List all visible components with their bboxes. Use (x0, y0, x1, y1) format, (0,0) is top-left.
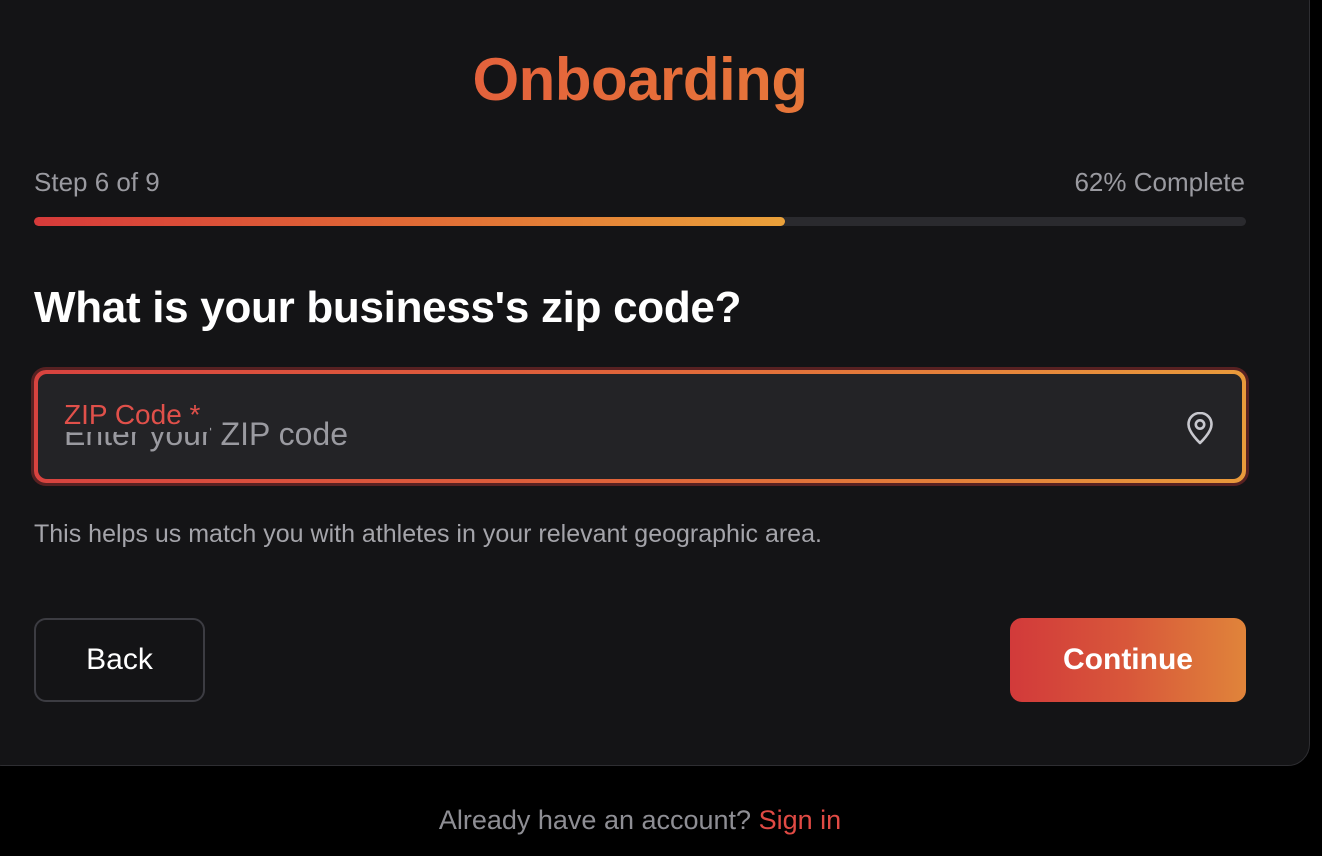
zip-code-field: ZIP Code * (34, 370, 1246, 487)
sign-in-link[interactable]: Sign in (759, 805, 842, 835)
page: Onboarding Step 6 of 9 62% Complete What… (0, 0, 1322, 856)
back-button[interactable]: Back (34, 618, 205, 702)
zip-code-input[interactable] (64, 374, 1164, 487)
map-pin-icon (1184, 410, 1216, 446)
step-indicator: Step 6 of 9 (34, 167, 160, 197)
sign-in-prompt-text: Already have an account? (438, 805, 752, 835)
question-heading: What is your business's zip code? (34, 283, 742, 332)
sign-in-prompt: Already have an account? Sign in (0, 800, 1280, 840)
helper-text: This helps us match you with athletes in… (34, 520, 822, 548)
zip-code-label: ZIP Code * (64, 398, 211, 432)
zip-code-field-box: ZIP Code * (38, 374, 1242, 487)
page-title: Onboarding (0, 44, 1280, 116)
progress-bar-fill (34, 217, 786, 226)
continue-button[interactable]: Continue (1010, 618, 1246, 702)
progress-bar (34, 217, 1246, 226)
completion-percent: 62% Complete (1074, 167, 1245, 197)
